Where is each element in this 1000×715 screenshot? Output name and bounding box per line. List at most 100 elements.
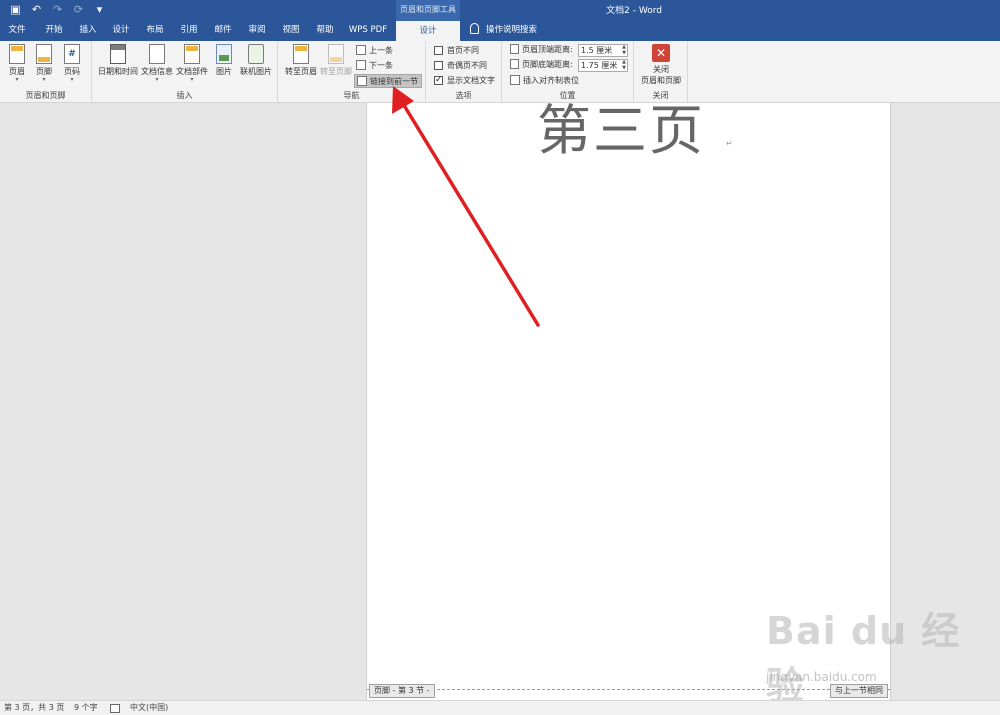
watermark-url: jingyan.baidu.com xyxy=(766,670,877,684)
link-icon xyxy=(357,76,367,86)
alignment-tab-icon xyxy=(510,75,520,85)
document-info-icon xyxy=(149,44,165,64)
picture-label: 图片 xyxy=(216,67,232,76)
previous-icon xyxy=(356,45,366,55)
insert-alignment-tab-button[interactable]: 插入对齐制表位 xyxy=(510,74,579,88)
link-to-previous-button[interactable]: 链接到前一节 xyxy=(354,74,422,88)
tell-me-label: 操作说明搜索 xyxy=(486,25,538,35)
chevron-down-icon: ▾ xyxy=(190,76,194,83)
title-bar: ▣ ↶ ↷ ⟳ ▾ 页眉和页脚工具 文档2 - Word xyxy=(0,0,1000,21)
page-number-label: 页码 xyxy=(64,67,80,76)
tab-wps-pdf[interactable]: WPS PDF xyxy=(342,21,394,41)
next-label: 下一条 xyxy=(369,61,393,70)
show-doc-text-label: 显示文档文字 xyxy=(447,76,495,85)
online-picture-button[interactable]: 联机图片 xyxy=(238,44,274,77)
footer-button[interactable]: 页脚 ▾ xyxy=(33,44,55,83)
chevron-down-icon: ▾ xyxy=(70,76,74,83)
tab-layout[interactable]: 布局 xyxy=(138,21,172,41)
doc-info-label: 文档信息 xyxy=(141,67,173,76)
group-label-insert: 插入 xyxy=(176,91,193,100)
tab-home[interactable]: 开始 xyxy=(36,21,72,41)
close-header-footer-button[interactable]: ✕ 关闭 页眉和页脚 xyxy=(636,44,686,86)
goto-header-icon xyxy=(293,44,309,64)
spinner-arrows-icon[interactable]: ▲ ▼ xyxy=(622,59,626,71)
footer-distance-icon xyxy=(510,59,519,69)
calendar-icon xyxy=(110,44,126,64)
close-label-line1: 关闭 xyxy=(653,65,669,74)
ribbon: 页眉 ▾ 页脚 ▾ # 页码 ▾ 页眉和页脚 日期和时间 文档信息 ▾ 文档部件… xyxy=(0,41,1000,103)
close-label-line2: 页眉和页脚 xyxy=(641,76,681,85)
tell-me-search[interactable]: 操作说明搜索 xyxy=(470,21,537,41)
footer-bottom-input[interactable]: 1.75 厘米 ▲ ▼ xyxy=(578,59,628,72)
checkbox-checked-icon xyxy=(434,74,443,87)
goto-footer-label: 转至页脚 xyxy=(320,67,352,76)
goto-header-label: 转至页眉 xyxy=(285,67,317,76)
footer-bottom-distance: 页脚底端距离: 1.75 厘米 ▲ ▼ xyxy=(510,59,628,73)
group-insert: 日期和时间 文档信息 ▾ 文档部件 ▾ 图片 联机图片 插入 xyxy=(92,41,278,103)
quick-parts-label: 文档部件 xyxy=(176,67,208,76)
close-icon: ✕ xyxy=(652,44,670,62)
online-picture-label: 联机图片 xyxy=(240,67,272,76)
header-label: 页眉 xyxy=(9,67,25,76)
tab-header-footer-design[interactable]: 设计 xyxy=(396,21,460,41)
header-top-input[interactable]: 1.5 厘米 ▲ ▼ xyxy=(578,44,628,57)
checkbox-icon xyxy=(434,61,443,70)
tab-mailings[interactable]: 邮件 xyxy=(206,21,240,41)
footer-bottom-value: 1.75 厘米 xyxy=(581,61,618,70)
chevron-down-icon: ▾ xyxy=(42,76,46,83)
header-icon xyxy=(9,44,25,64)
picture-button[interactable]: 图片 xyxy=(213,44,235,77)
online-picture-icon xyxy=(248,44,264,64)
ribbon-tabs: 文件 开始 插入 设计 布局 引用 邮件 审阅 视图 帮助 WPS PDF 设计… xyxy=(0,21,1000,41)
page-number-icon: # xyxy=(64,44,80,64)
show-document-text-checkbox[interactable]: 显示文档文字 xyxy=(434,74,495,88)
insert-align-tab-label: 插入对齐制表位 xyxy=(523,76,579,85)
next-section-button[interactable]: 下一条 xyxy=(356,59,393,73)
different-first-page-checkbox[interactable]: 首页不同 xyxy=(434,44,479,58)
previous-label: 上一条 xyxy=(369,46,393,55)
different-odd-even-checkbox[interactable]: 奇偶页不同 xyxy=(434,59,487,73)
doc-info-button[interactable]: 文档信息 ▾ xyxy=(140,44,174,83)
quick-parts-icon xyxy=(184,44,200,64)
previous-section-button[interactable]: 上一条 xyxy=(356,44,393,58)
goto-header-button[interactable]: 转至页眉 xyxy=(284,44,318,77)
page-count[interactable]: 第 3 页，共 3 页 xyxy=(4,701,64,715)
group-label-options: 选项 xyxy=(455,91,472,100)
tab-references[interactable]: 引用 xyxy=(172,21,206,41)
group-options: 首页不同 奇偶页不同 显示文档文字 选项 xyxy=(426,41,502,103)
tab-help[interactable]: 帮助 xyxy=(308,21,342,41)
quick-parts-button[interactable]: 文档部件 ▾ xyxy=(175,44,209,83)
tab-review[interactable]: 审阅 xyxy=(240,21,274,41)
document-title: 文档2 - Word xyxy=(606,6,662,16)
paragraph-mark: ↵ xyxy=(726,139,733,148)
chevron-down-icon: ▾ xyxy=(155,76,159,83)
date-time-button[interactable]: 日期和时间 xyxy=(96,44,140,77)
footer-section-tag: 页脚 - 第 3 节 - xyxy=(369,684,435,698)
header-distance-icon xyxy=(510,44,519,54)
goto-footer-icon xyxy=(328,44,344,64)
proofing-icon[interactable] xyxy=(110,704,120,713)
footer-icon xyxy=(36,44,52,64)
date-time-label: 日期和时间 xyxy=(98,67,138,76)
header-top-label: 页眉顶端距离: xyxy=(522,45,573,54)
header-top-distance: 页眉顶端距离: 1.5 厘米 ▲ ▼ xyxy=(510,44,628,58)
page-number-button[interactable]: # 页码 ▾ xyxy=(61,44,83,83)
checkbox-icon xyxy=(434,46,443,55)
spinner-arrows-icon[interactable]: ▲ ▼ xyxy=(622,44,626,56)
word-count[interactable]: 9 个字 xyxy=(74,701,98,715)
footer-label: 页脚 xyxy=(36,67,52,76)
header-button[interactable]: 页眉 ▾ xyxy=(6,44,28,83)
tab-design[interactable]: 设计 xyxy=(104,21,138,41)
status-bar: 第 3 页，共 3 页 9 个字 中文(中国) xyxy=(0,700,1000,715)
tab-view[interactable]: 视图 xyxy=(274,21,308,41)
tab-insert[interactable]: 插入 xyxy=(72,21,104,41)
chevron-down-icon: ▾ xyxy=(15,76,19,83)
tab-file[interactable]: 文件 xyxy=(0,21,34,41)
watermark-logo: Bai du 经验 xyxy=(766,609,961,708)
page-heading[interactable]: 第三页 xyxy=(537,103,705,159)
group-label-header-footer: 页眉和页脚 xyxy=(25,91,66,100)
group-navigation: 转至页眉 转至页脚 上一条 下一条 链接到前一节 导航 xyxy=(278,41,426,103)
baidu-watermark: Bai du 经验 jingyan.baidu.com xyxy=(766,600,986,708)
language-indicator[interactable]: 中文(中国) xyxy=(130,701,168,715)
goto-footer-button[interactable]: 转至页脚 xyxy=(319,44,353,77)
